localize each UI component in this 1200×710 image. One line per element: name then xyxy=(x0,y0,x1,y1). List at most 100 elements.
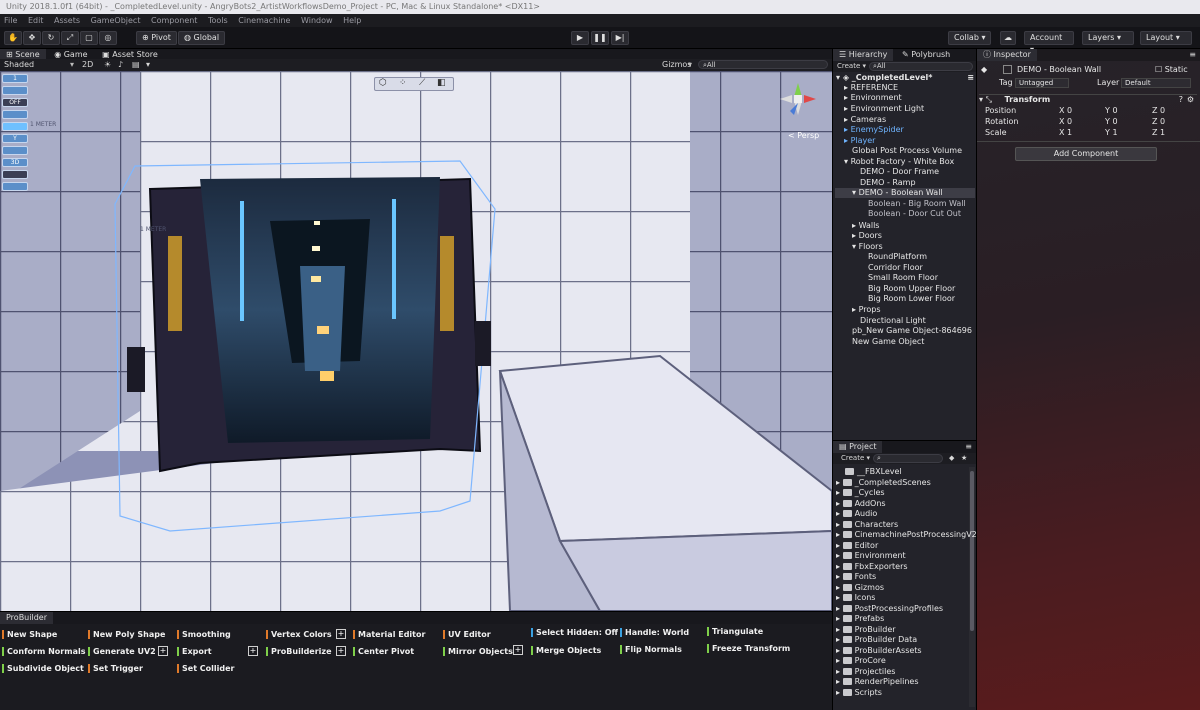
object-name-field[interactable]: DEMO - Boolean Wall xyxy=(1017,65,1101,75)
vertex-mode-icon[interactable]: ⁘ xyxy=(399,78,407,88)
merge-objects-button[interactable]: Merge Objects xyxy=(531,645,601,656)
scene-gizmo-toggle[interactable] xyxy=(2,182,28,191)
menu-assets[interactable]: Assets xyxy=(54,16,80,25)
triangulate-button[interactable]: Triangulate xyxy=(707,626,763,637)
subdivide-object-button[interactable]: Subdivide Object xyxy=(2,663,84,674)
project-folder[interactable]: ▸ PostProcessingProfiles xyxy=(836,604,943,614)
project-folder[interactable]: ▸ ProCore xyxy=(836,656,886,666)
project-folder[interactable]: ▸ Editor xyxy=(836,541,878,551)
scene-gizmo-toggle[interactable]: 1 xyxy=(2,74,28,83)
material-editor-button[interactable]: Material Editor xyxy=(353,629,425,640)
scene-gizmo-toggle[interactable]: OFF xyxy=(2,98,28,107)
tab-inspector[interactable]: ⓘ Inspector xyxy=(977,49,1037,61)
scale-x-field[interactable]: X 1 xyxy=(1059,128,1072,138)
scene-gizmo-toggle[interactable] xyxy=(2,146,28,155)
scene-gizmo-toggle[interactable] xyxy=(2,86,28,95)
list-item[interactable]: ▸ Props xyxy=(852,305,881,315)
tag-dropdown[interactable]: Untagged xyxy=(1015,78,1069,88)
step-button[interactable]: ▶| xyxy=(611,31,629,45)
hand-tool-icon[interactable]: ✋ xyxy=(4,31,22,45)
probuilderize-options-icon[interactable]: + xyxy=(336,646,346,656)
static-checkbox[interactable]: ☐ xyxy=(1155,65,1165,74)
cloud-icon[interactable]: ☁ xyxy=(1000,31,1016,45)
move-tool-icon[interactable]: ✥ xyxy=(23,31,41,45)
orientation-gizmo[interactable] xyxy=(774,75,822,139)
scale-y-field[interactable]: Y 1 xyxy=(1105,128,1118,138)
collab-dropdown[interactable]: Collab ▾ xyxy=(948,31,992,45)
project-folder[interactable]: ▸ Projectiles xyxy=(836,667,895,677)
uv-editor-button[interactable]: UV Editor xyxy=(443,629,491,640)
scene-gizmo-toggle[interactable] xyxy=(2,122,28,131)
probuilderize-button[interactable]: ProBuilderize xyxy=(266,646,332,657)
project-folder[interactable]: ▸ ProBuilderAssets xyxy=(836,646,922,656)
generate-uv2-options-icon[interactable]: + xyxy=(158,646,168,656)
list-item[interactable]: Corridor Floor xyxy=(868,263,923,273)
list-item[interactable]: DEMO - Ramp xyxy=(860,178,916,188)
tab-project[interactable]: ▤ Project xyxy=(833,441,883,453)
object-mode-icon[interactable]: ⬡ xyxy=(379,78,387,88)
rect-tool-icon[interactable]: ▢ xyxy=(80,31,98,45)
scale-tool-icon[interactable]: ⤢ xyxy=(61,31,79,45)
project-folder[interactable]: ▸ Fonts xyxy=(836,572,876,582)
pause-button[interactable]: ❚❚ xyxy=(591,31,609,45)
mirror-objects-options-icon[interactable]: + xyxy=(513,645,523,655)
new-poly-shape-button[interactable]: New Poly Shape xyxy=(88,629,165,640)
project-folder[interactable]: ▸ RenderPipelines xyxy=(836,677,919,687)
project-folder[interactable]: ▸ Gizmos xyxy=(836,583,884,593)
tab-hierarchy[interactable]: ☰ Hierarchy xyxy=(833,49,894,61)
layer-dropdown[interactable]: Default xyxy=(1121,78,1191,88)
list-item[interactable]: Small Room Floor xyxy=(868,273,938,283)
project-create-dropdown[interactable]: Create ▾ xyxy=(841,453,870,464)
menu-icon[interactable]: ≡ xyxy=(1189,49,1196,61)
scene-gizmo-toggle[interactable]: 3D xyxy=(2,158,28,167)
list-item[interactable]: ▾ Robot Factory - White Box xyxy=(844,157,954,167)
scene-search-input[interactable]: ⌕All xyxy=(698,60,828,69)
project-folder[interactable]: __FBXLevel xyxy=(845,467,902,477)
face-mode-icon[interactable]: ◧ xyxy=(437,78,446,88)
list-item[interactable]: ▸ REFERENCE xyxy=(844,83,898,93)
project-folder[interactable]: ▸ CinemachinePostProcessingV2 xyxy=(836,530,977,540)
project-folder[interactable]: ▸ Icons xyxy=(836,593,875,603)
list-item[interactable]: ▸ EnemySpider xyxy=(844,125,904,135)
list-item[interactable]: ▸ Walls xyxy=(852,221,879,231)
export-options-icon[interactable]: + xyxy=(248,646,258,656)
audio-icon[interactable]: ♪ xyxy=(118,59,123,71)
list-item[interactable]: ▸ Environment Light xyxy=(844,104,924,114)
export-button[interactable]: Export xyxy=(177,646,212,657)
menu-icon[interactable]: ≡ xyxy=(965,441,972,453)
project-folder[interactable]: ▸ ProBuilder Data xyxy=(836,635,917,645)
menu-cinemachine[interactable]: Cinemachine xyxy=(238,16,290,25)
scene-gizmo-toggle[interactable] xyxy=(2,170,28,179)
menu-tools[interactable]: Tools xyxy=(208,16,228,25)
project-folder[interactable]: ▸ Prefabs xyxy=(836,614,884,624)
scrollbar-thumb[interactable] xyxy=(970,471,974,631)
tab-probuilder[interactable]: ProBuilder xyxy=(0,612,53,624)
layout-dropdown[interactable]: Layout ▾ xyxy=(1140,31,1192,45)
set-collider-button[interactable]: Set Collider xyxy=(177,663,235,674)
set-trigger-button[interactable]: Set Trigger xyxy=(88,663,143,674)
scene-visibility-icon[interactable]: ▾ xyxy=(146,59,150,71)
play-button[interactable]: ▶ xyxy=(571,31,589,45)
list-item[interactable]: Big Room Lower Floor xyxy=(868,294,955,304)
position-x-field[interactable]: X 0 xyxy=(1059,106,1072,116)
transform-tool-icon[interactable]: ◎ xyxy=(99,31,117,45)
project-folder[interactable]: ▸ _Cycles xyxy=(836,488,885,498)
list-item[interactable]: Boolean - Door Cut Out xyxy=(868,209,961,219)
list-item[interactable]: ▾ Floors xyxy=(852,242,883,252)
project-folder[interactable]: ▸ FbxExporters xyxy=(836,562,908,572)
pivot-toggle[interactable]: ⊕ Pivot xyxy=(136,31,177,45)
scale-z-field[interactable]: Z 1 xyxy=(1152,128,1165,138)
effects-icon[interactable]: ▤ xyxy=(132,59,140,71)
list-item[interactable]: Global Post Process Volume xyxy=(852,146,962,156)
position-z-field[interactable]: Z 0 xyxy=(1152,106,1165,116)
new-shape-button[interactable]: New Shape xyxy=(2,629,57,640)
smoothing-button[interactable]: Smoothing xyxy=(177,629,231,640)
center-pivot-button[interactable]: Center Pivot xyxy=(353,646,414,657)
list-item[interactable]: ▾ ◈ _CompletedLevel* ≡ xyxy=(836,73,974,83)
scene-viewport[interactable]: 1 METER 1 METER 1 OFF Y 3D ⬡ ⁘ ⟋ ◧ < Per… xyxy=(0,71,832,611)
global-toggle[interactable]: ◍ Global xyxy=(178,31,226,45)
list-item[interactable]: Boolean - Big Room Wall xyxy=(868,199,966,209)
vertex-colors-button[interactable]: Vertex Colors xyxy=(266,629,332,640)
static-toggle[interactable]: ☐ Static xyxy=(1155,65,1188,75)
shading-dropdown[interactable]: Shaded xyxy=(4,59,34,71)
